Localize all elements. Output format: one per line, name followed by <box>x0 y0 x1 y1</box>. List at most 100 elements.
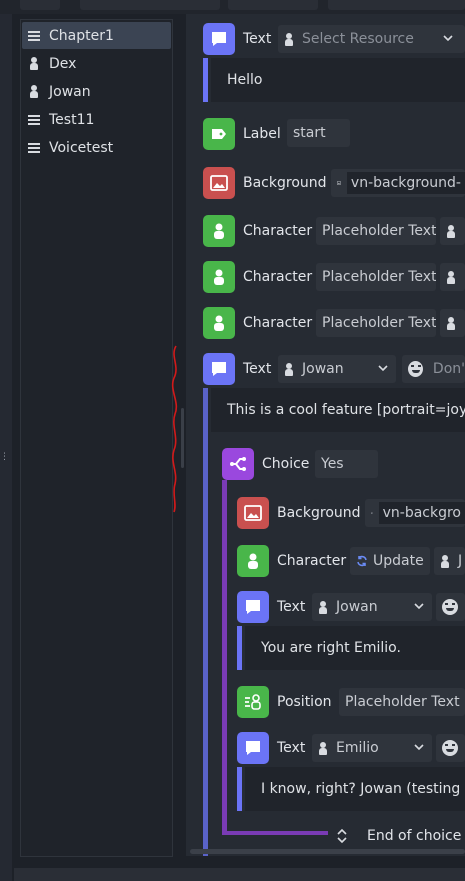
event-title: Position <box>277 694 332 710</box>
event-title: Character <box>277 553 347 569</box>
portrait-select[interactable] <box>436 593 465 621</box>
drag-grip-icon[interactable]: ⋮ <box>0 452 9 464</box>
tree-item-chapter1[interactable]: Chapter1 <box>22 22 171 49</box>
text-event-icon[interactable] <box>237 732 269 764</box>
label-name-field[interactable]: start <box>287 119 350 147</box>
portrait-icon <box>442 740 458 756</box>
person-icon <box>440 554 450 568</box>
character-select-value: Emilio <box>336 740 379 756</box>
choice-end-line <box>222 831 328 835</box>
toolbar-button[interactable] <box>228 0 318 10</box>
character-event-icon[interactable] <box>237 545 269 577</box>
background-event-icon[interactable] <box>203 167 235 199</box>
tree-item-jowan[interactable]: Jowan <box>22 78 171 105</box>
event-title: Character <box>243 269 313 285</box>
position-character-select[interactable]: Placeholder Text <box>339 688 465 716</box>
person-icon <box>446 270 456 284</box>
background-select[interactable]: vn-backgro <box>365 499 465 527</box>
character-select-value: Jowan <box>336 599 378 615</box>
event-title: Background <box>243 175 327 191</box>
person-icon <box>318 600 328 614</box>
resource-select[interactable]: Select Resource <box>278 25 465 53</box>
character-select[interactable]: Placeholder Text <box>316 309 436 337</box>
character-select-value: J <box>458 553 463 569</box>
person-icon <box>284 32 294 46</box>
character-select[interactable]: Placeholder Text <box>316 263 436 291</box>
text-event-bar <box>203 58 208 102</box>
position-event-icon[interactable] <box>237 686 269 718</box>
split-drag-handle[interactable] <box>181 408 184 468</box>
text-event-icon[interactable] <box>237 591 269 623</box>
resource-tree: Chapter1 Dex Jowan Test11 Voicetest <box>20 19 173 857</box>
character-select[interactable]: Placeholder Text <box>316 217 436 245</box>
chevron-down-icon <box>414 603 424 610</box>
text-event-icon[interactable] <box>203 353 235 385</box>
refresh-icon <box>357 555 367 567</box>
event-title: Text <box>277 599 306 615</box>
character-select[interactable]: Emilio <box>312 734 432 762</box>
list-icon <box>27 30 41 41</box>
portrait-select-value: Don' <box>432 361 465 377</box>
text-content[interactable]: Hello <box>211 58 465 102</box>
person-icon <box>27 57 41 70</box>
event-title: Label <box>243 126 281 142</box>
character-portrait-select[interactable] <box>440 217 465 245</box>
portrait-icon <box>442 599 458 615</box>
character-event-icon[interactable] <box>203 261 235 293</box>
event-title: Background <box>277 505 361 521</box>
collapse-expand-icon[interactable] <box>336 828 348 844</box>
character-select[interactable]: Jowan <box>278 355 396 383</box>
text-content[interactable]: I know, right? Jowan (testing co <box>245 767 465 811</box>
resource-select-value: Select Resource <box>302 31 414 47</box>
tree-item-label: Chapter1 <box>49 27 114 44</box>
portrait-select[interactable] <box>436 734 465 762</box>
image-icon <box>371 512 373 514</box>
character-portrait-select[interactable] <box>440 309 465 337</box>
text-event-icon[interactable] <box>203 23 235 55</box>
event-title: Character <box>243 223 313 239</box>
tree-item-label: Dex <box>49 55 77 72</box>
toolbar-field[interactable] <box>328 0 465 10</box>
background-event-icon[interactable] <box>237 497 269 529</box>
background-select[interactable]: vn-background- <box>331 169 465 197</box>
top-toolbar <box>0 0 465 14</box>
person-icon <box>446 224 456 238</box>
toolbar-button[interactable] <box>20 0 60 10</box>
person-icon <box>284 362 294 376</box>
event-title: Text <box>243 31 272 47</box>
character-select-value: Jowan <box>302 361 344 377</box>
choice-event-bar <box>222 480 227 832</box>
background-select-value: vn-background- <box>346 172 465 194</box>
image-icon <box>337 181 341 185</box>
toolbar-field[interactable] <box>80 0 220 10</box>
chevron-down-icon <box>443 35 453 42</box>
person-icon <box>446 316 456 330</box>
left-dock-strip: ⋮ <box>0 14 12 881</box>
tree-item-label: Test11 <box>49 111 95 128</box>
tree-item-test11[interactable]: Test11 <box>22 106 171 133</box>
chevron-down-icon <box>378 365 388 372</box>
list-icon <box>27 142 41 153</box>
text-event-bar <box>237 626 242 670</box>
text-content[interactable]: You are right Emilio. <box>245 626 465 670</box>
portrait-select[interactable]: Don' <box>402 355 465 383</box>
character-event-icon[interactable] <box>203 215 235 247</box>
tree-item-dex[interactable]: Dex <box>22 50 171 77</box>
event-title: Choice <box>262 456 310 472</box>
character-event-icon[interactable] <box>203 307 235 339</box>
character-select[interactable]: J <box>434 547 465 575</box>
background-select-value: vn-backgro <box>378 502 465 524</box>
event-title: Character <box>243 315 313 331</box>
horizontal-scrollbar[interactable] <box>190 849 465 854</box>
tree-item-voicetest[interactable]: Voicetest <box>22 134 171 161</box>
text-event-bar <box>237 767 242 811</box>
label-event-icon[interactable] <box>203 118 235 150</box>
text-content[interactable]: This is a cool feature [portrait=joy]. <box>211 388 465 432</box>
choice-event-icon[interactable] <box>222 448 254 480</box>
character-action-select[interactable]: Update <box>350 547 430 575</box>
character-select[interactable]: Jowan <box>312 593 432 621</box>
choice-text-field[interactable]: Yes <box>315 450 378 478</box>
tree-item-label: Jowan <box>49 83 91 100</box>
character-portrait-select[interactable] <box>440 263 465 291</box>
person-icon <box>27 85 41 98</box>
